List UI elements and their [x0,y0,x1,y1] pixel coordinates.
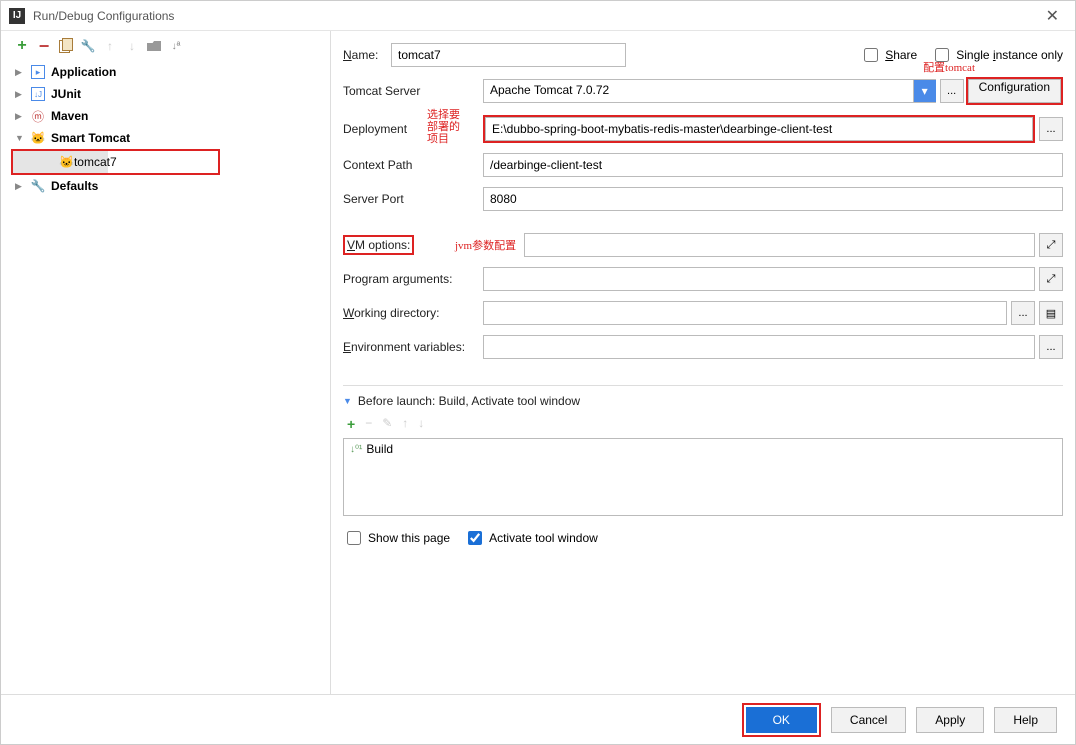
tree-item-smart-tomcat[interactable]: ▼ 🐱 Smart Tomcat [11,127,330,149]
build-label: Build [366,442,393,456]
junit-icon: ↓J [31,87,45,101]
tree-item-application[interactable]: ▶ ▸ Application [11,61,330,83]
browse-button[interactable]: ... [940,79,964,103]
browse-button[interactable]: ... [1011,301,1035,325]
annotation-deploy: 选择要 部署的 项目 [427,109,460,145]
add-icon[interactable]: + [347,416,355,432]
tree-label: Maven [51,109,88,123]
expand-icon[interactable]: ⤢ [1039,233,1063,257]
vm-options-input[interactable] [524,233,1035,257]
server-port-input[interactable] [483,187,1063,211]
annotation-config: 配置tomcat [923,59,975,75]
program-arguments-input[interactable] [483,267,1035,291]
tree-label: Defaults [51,179,98,193]
close-icon[interactable]: ✕ [1038,6,1067,26]
annotation-vm: jvm参数配置 [455,237,516,253]
name-input[interactable] [391,43,626,67]
tomcat-icon: 🐱 [29,131,47,145]
down-icon[interactable]: ↓ [125,39,139,53]
working-directory-input[interactable] [483,301,1007,325]
share-checkbox[interactable]: Share [860,45,917,65]
dialog-footer: OK Cancel Apply Help [1,694,1075,744]
select-value: Apache Tomcat 7.0.72 [483,79,914,103]
environment-variables-input[interactable] [483,335,1035,359]
defaults-icon: 🔧 [29,179,47,193]
tree-item-junit[interactable]: ▶ ↓J JUnit [11,83,330,105]
browse-button[interactable]: ... [1039,117,1063,141]
working-directory-label: Working directory: [343,306,483,320]
folder-icon[interactable] [147,39,161,53]
collapse-icon[interactable]: ▼ [15,133,29,143]
collapse-icon[interactable]: ▼ [343,396,352,406]
list-item[interactable]: ↓⁰¹ Build [344,439,1062,459]
insert-icon[interactable]: ▤ [1039,301,1063,325]
tree-label: Application [51,65,116,79]
expand-icon[interactable]: ▶ [15,181,29,192]
app-icon: IJ [9,8,25,24]
deployment-label: Deployment [343,122,483,136]
tree-label: JUnit [51,87,81,101]
ok-button[interactable]: OK [746,707,817,733]
application-icon: ▸ [31,65,45,79]
titlebar: IJ Run/Debug Configurations ✕ [1,1,1075,31]
remove-icon[interactable]: − [37,39,51,53]
browse-button[interactable]: ... [1039,335,1063,359]
tree-label: Smart Tomcat [51,131,130,145]
expand-icon[interactable]: ⤢ [1039,267,1063,291]
configuration-button[interactable]: Configuration [968,79,1061,103]
server-port-label: Server Port [343,192,483,206]
sort-icon[interactable]: ↓ª [169,39,183,53]
build-icon: ↓⁰¹ [350,444,362,455]
expand-icon[interactable]: ▶ [15,89,29,100]
before-launch-label: Before launch: Build, Activate tool wind… [358,394,580,408]
program-arguments-label: Program arguments: [343,272,483,286]
apply-button[interactable]: Apply [916,707,984,733]
window-title: Run/Debug Configurations [33,9,1038,23]
chevron-down-icon[interactable]: ▾ [914,79,936,103]
add-icon[interactable]: + [15,39,29,53]
show-this-page-checkbox[interactable]: Show this page [343,528,450,548]
copy-icon[interactable] [59,39,73,53]
tomcat-icon: 🐱 [59,155,74,169]
before-launch-header[interactable]: ▼ Before launch: Build, Activate tool wi… [343,394,1063,408]
launch-toolbar: + − ✎ ↑ ↓ [343,414,1063,438]
maven-icon: ⓜ [29,108,47,125]
context-path-label: Context Path [343,158,483,172]
tree-item-tomcat7[interactable]: 🐱 tomcat7 [13,151,108,173]
settings-icon[interactable]: 🔧 [81,39,95,53]
help-button[interactable]: Help [994,707,1057,733]
tomcat-server-label: Tomcat Server [343,84,483,98]
down-icon: ↓ [418,416,424,432]
up-icon[interactable]: ↑ [103,39,117,53]
tree-label: tomcat7 [74,155,117,169]
tree-item-maven[interactable]: ▶ ⓜ Maven [11,105,330,127]
remove-icon: − [365,416,372,432]
environment-variables-label: Environment variables: [343,340,483,354]
expand-icon[interactable]: ▶ [15,111,29,122]
up-icon: ↑ [402,416,408,432]
config-tree: ▶ ▸ Application ▶ ↓J JUnit ▶ ⓜ Maven ▼ 🐱 [11,61,330,686]
tree-item-defaults[interactable]: ▶ 🔧 Defaults [11,175,330,197]
expand-icon[interactable]: ▶ [15,67,29,78]
context-path-input[interactable] [483,153,1063,177]
tomcat-server-select[interactable]: Apache Tomcat 7.0.72 ▾ [483,79,936,103]
sidebar-toolbar: + − 🔧 ↑ ↓ ↓ª [11,39,330,61]
deployment-input[interactable] [485,117,1033,141]
cancel-button[interactable]: Cancel [831,707,906,733]
before-launch-list[interactable]: ↓⁰¹ Build [343,438,1063,516]
edit-icon: ✎ [382,416,392,432]
activate-tool-window-checkbox[interactable]: Activate tool window [464,528,598,548]
